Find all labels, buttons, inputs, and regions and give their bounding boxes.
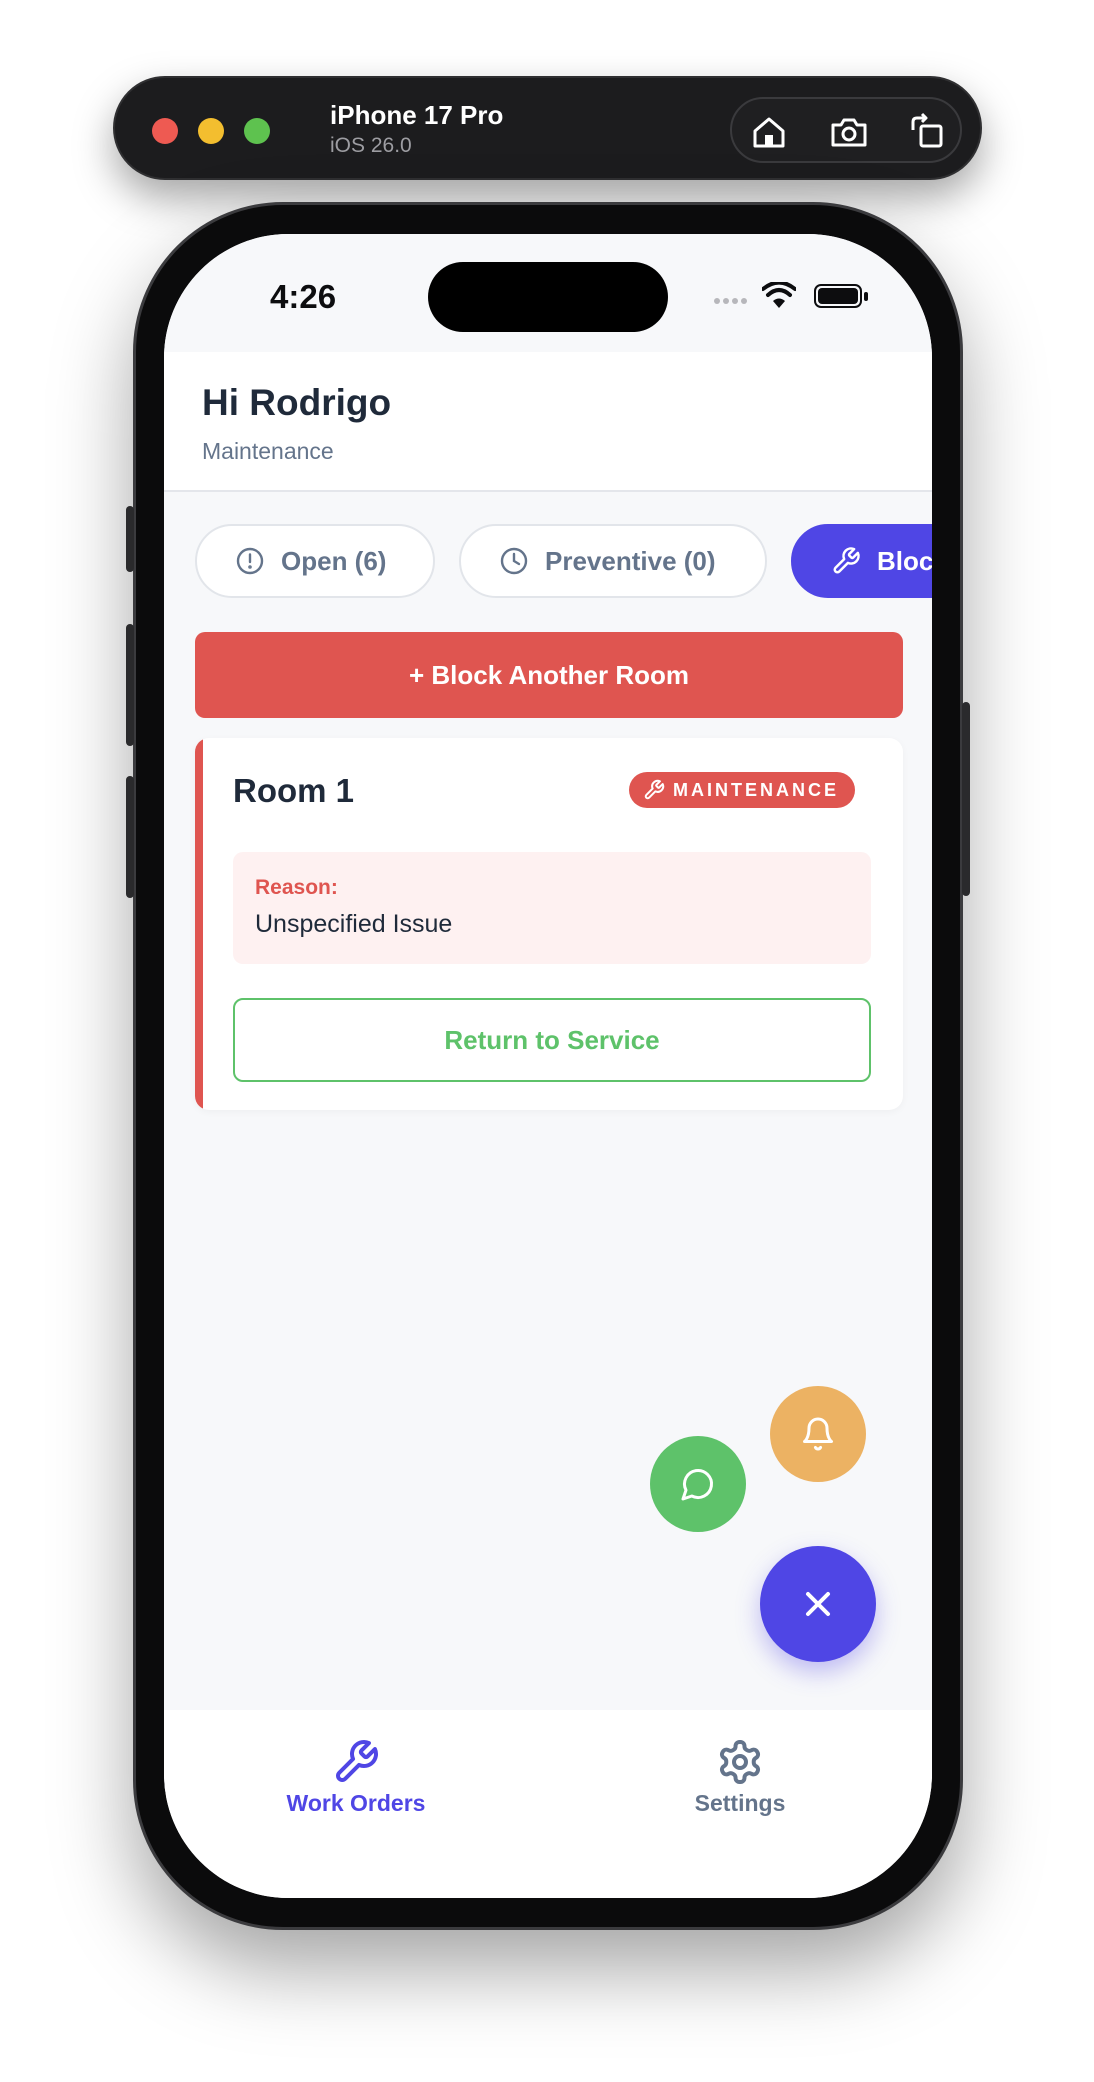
action-button — [126, 506, 134, 572]
status-time: 4:26 — [270, 278, 337, 315]
close-window-button[interactable] — [152, 118, 178, 144]
user-role: Maintenance — [202, 438, 334, 464]
nav-settings-label: Settings — [694, 1790, 786, 1816]
gear-icon — [720, 1740, 760, 1784]
tab-preventive[interactable]: Preventive (0) — [459, 524, 767, 598]
nav-work-orders-label: Work Orders — [286, 1790, 426, 1816]
status-bar: 4:26 — [164, 234, 932, 352]
close-fab[interactable] — [760, 1546, 876, 1662]
tab-blocked-label: Blocked — [877, 545, 932, 576]
signal-icon — [714, 298, 747, 304]
card-accent-bar — [195, 738, 203, 1110]
chat-fab[interactable] — [650, 1436, 746, 1532]
room-title: Room 1 — [233, 772, 355, 809]
wrench-icon — [336, 1740, 378, 1782]
rotate-icon[interactable] — [906, 111, 948, 153]
battery-icon — [814, 284, 862, 308]
tab-blocked[interactable]: Blocked — [791, 524, 932, 598]
simulator-toolbar: iPhone 17 Pro iOS 26.0 — [113, 76, 982, 180]
wifi-icon — [762, 282, 796, 308]
device-name: iPhone 17 Pro — [330, 100, 504, 130]
zoom-window-button[interactable] — [244, 118, 270, 144]
status-badge-label: MAINTENANCE — [673, 779, 839, 800]
reason-value: Unspecified Issue — [255, 910, 453, 938]
tab-open[interactable]: Open (6) — [195, 524, 435, 598]
room-card: Room 1 MAINTENANCE Reason: Unspecified I… — [195, 738, 903, 1110]
app-header: Hi Rodrigo Maintenance — [164, 352, 932, 492]
simulator-actions — [730, 97, 962, 163]
return-to-service-button[interactable]: Return to Service — [233, 998, 871, 1082]
close-icon — [806, 1592, 830, 1616]
dynamic-island — [428, 262, 668, 332]
nav-work-orders[interactable]: Work Orders — [256, 1738, 456, 1817]
wrench-icon — [833, 547, 860, 574]
volume-up-button — [126, 624, 134, 746]
reason-box: Reason: Unspecified Issue — [233, 852, 871, 964]
greeting-title: Hi Rodrigo — [202, 382, 392, 423]
notifications-fab[interactable] — [770, 1386, 866, 1482]
minimize-window-button[interactable] — [198, 118, 224, 144]
status-badge: MAINTENANCE — [629, 772, 855, 808]
tab-open-label: Open (6) — [281, 545, 387, 576]
bell-icon — [803, 1417, 833, 1451]
os-version: iOS 26.0 — [330, 134, 412, 157]
reason-label: Reason: — [255, 876, 338, 899]
wrench-icon — [644, 779, 665, 800]
bottom-nav: Work Orders Settings — [164, 1710, 932, 1898]
screenshot-icon[interactable] — [828, 111, 870, 153]
home-icon[interactable] — [748, 111, 790, 153]
clock-icon — [500, 547, 528, 575]
tab-preventive-label: Preventive (0) — [545, 545, 716, 576]
chat-icon — [681, 1468, 714, 1501]
side-button — [962, 702, 970, 896]
volume-down-button — [126, 776, 134, 898]
block-another-room-button[interactable]: + Block Another Room — [195, 632, 903, 718]
app-screen: 4:26 Hi Rodrigo Maintenance Open (6) Pre… — [164, 234, 932, 1898]
battery-cap — [864, 292, 868, 301]
nav-settings[interactable]: Settings — [640, 1738, 840, 1817]
alert-circle-icon — [236, 547, 264, 575]
filter-tabs: Open (6) Preventive (0) Blocked — [164, 524, 932, 602]
